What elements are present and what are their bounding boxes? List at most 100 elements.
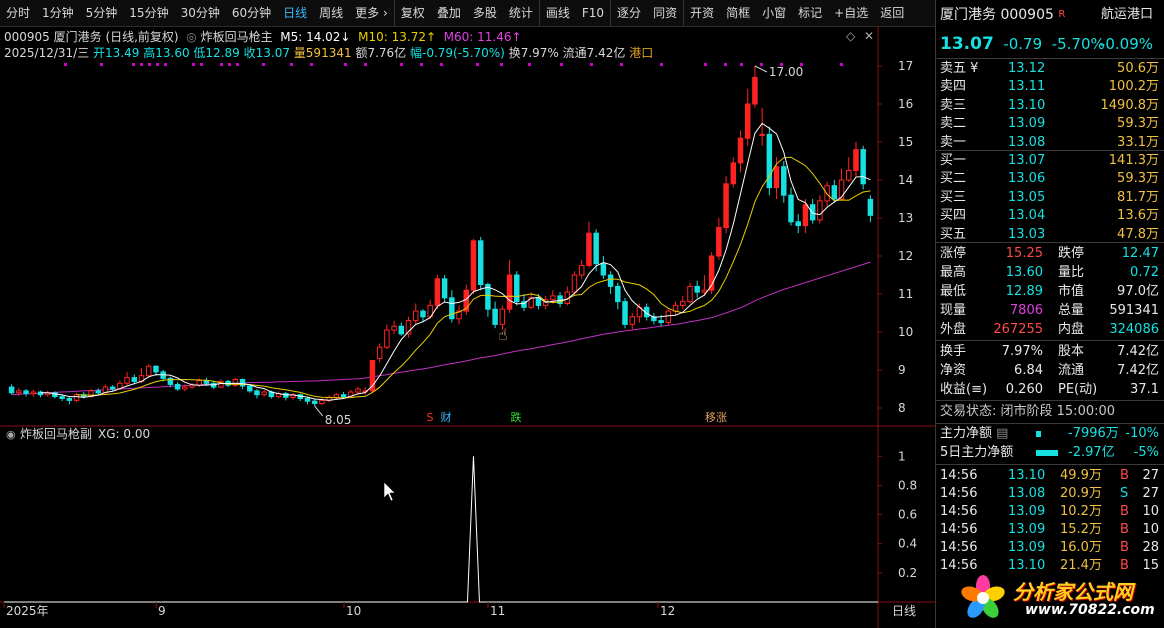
price-tick-label: 10 <box>898 325 913 339</box>
toolbar-item-22[interactable]: 返回 <box>874 0 910 26</box>
tick-price: 13.10 <box>1008 468 1046 483</box>
top-marker-dot <box>228 63 231 66</box>
toolbar-item-17[interactable]: 开资 <box>683 0 720 26</box>
min-pointer <box>314 405 324 417</box>
candle-body <box>247 385 253 392</box>
toolbar-item-4[interactable]: 30分钟 <box>175 0 226 26</box>
toolbar-item-9[interactable]: 复权 <box>393 0 431 26</box>
sector-name[interactable]: 航运港口 <box>1101 6 1153 24</box>
kline-chart[interactable]: 17 16 15 14 13 12 11 10 9 8 17.00 8.05 S 财 跌 移涨 ☝ ◉ 炸板回马枪副… <box>0 26 935 628</box>
indicator-name[interactable]: 炸板回马枪主 <box>201 30 273 44</box>
bid-row[interactable]: 买一 13.07 141.3万 <box>940 152 1161 170</box>
bid-label: 买三 <box>940 189 967 205</box>
top-marker-dot <box>220 63 223 66</box>
tick-row[interactable]: 14:56 13.09 16.0万 B 28 <box>940 539 1161 557</box>
toolbar-item-10[interactable]: 叠加 <box>431 0 467 26</box>
top-marker-dot <box>840 63 843 66</box>
candle-body <box>860 149 866 185</box>
flow5-bar <box>1036 450 1058 456</box>
toolbar-item-5[interactable]: 60分钟 <box>226 0 277 26</box>
candle-body <box>586 232 592 266</box>
ask-price: 13.10 <box>1008 97 1046 113</box>
toolbar-item-13[interactable]: 画线 <box>538 0 576 26</box>
candle-body <box>694 285 700 293</box>
candle-body <box>781 166 787 196</box>
candle-body <box>174 383 181 390</box>
stat-key: 内盘 <box>1058 322 1085 337</box>
top-marker-dot <box>420 63 423 66</box>
sector-change-pct: -0.09% <box>1099 35 1153 53</box>
candle-body <box>182 386 188 390</box>
toolbar-item-6[interactable]: 日线 <box>277 0 313 26</box>
ask-row[interactable]: 卖三 13.10 1490.8万 <box>940 97 1161 115</box>
ask-row[interactable]: 卖一 13.08 33.1万 <box>940 134 1161 152</box>
toolbar-item-18[interactable]: 简框 <box>720 0 756 26</box>
bid-volume: 141.3万 <box>1108 153 1159 168</box>
tick-price: 13.09 <box>1008 540 1046 555</box>
tick-row[interactable]: 14:56 13.08 20.9万 S 27 <box>940 485 1161 503</box>
stat-value: 7.97% <box>1001 344 1043 359</box>
tick-count: 28 <box>1142 540 1159 555</box>
stat-value: 0.72 <box>1130 265 1159 280</box>
top-marker-dot <box>528 63 531 66</box>
candle-body <box>737 137 744 164</box>
toolbar-item-14[interactable]: F10 <box>576 0 610 26</box>
candle-body <box>629 316 635 325</box>
bar-low: 低12.89 <box>193 46 240 60</box>
candle-body <box>680 301 686 306</box>
top-marker-dot <box>140 63 143 66</box>
ask-row[interactable]: 卖四 13.11 100.2万 <box>940 78 1161 96</box>
bid-row[interactable]: 买五 13.03 47.8万 <box>940 226 1161 244</box>
toolbar-item-15[interactable]: 逐分 <box>610 0 647 26</box>
toolbar-item-12[interactable]: 统计 <box>503 0 539 26</box>
candle-body <box>687 285 693 303</box>
top-marker-dot <box>704 63 707 66</box>
indicator-toggle-icon[interactable]: ◎ <box>182 30 196 44</box>
toolbar-item-1[interactable]: 1分钟 <box>36 0 80 26</box>
flow5-value: -2.97亿 <box>1068 445 1115 460</box>
toolbar-item-7[interactable]: 周线 <box>313 0 349 26</box>
toolbar-item-16[interactable]: 同资 <box>647 0 683 26</box>
ask-label: 卖三 <box>940 97 967 113</box>
bid-price: 13.07 <box>1008 153 1046 168</box>
stat2-row: 换手 7.97% 股本 7.42亿 <box>940 343 1161 361</box>
bid-row[interactable]: 买四 13.04 13.6万 <box>940 207 1161 225</box>
toolbar-item-19[interactable]: 小窗 <box>756 0 792 26</box>
toolbar-item-21[interactable]: +自选 <box>828 0 874 26</box>
bar-open: 开13.49 <box>93 46 140 60</box>
tick-count: 10 <box>1142 504 1159 519</box>
candle-body <box>788 194 794 223</box>
sub-tick-label: 0.8 <box>898 478 917 492</box>
tick-price: 13.08 <box>1008 486 1046 501</box>
tick-time: 14:56 <box>940 504 978 519</box>
toolbar-item-2[interactable]: 5分钟 <box>80 0 124 26</box>
fall-marker: 跌 <box>511 410 522 424</box>
logo-title: 分析家公式网 <box>1013 580 1133 604</box>
stat-value: 15.25 <box>1005 246 1043 261</box>
toolbar-item-8[interactable]: 更多 › <box>349 0 394 26</box>
tick-row[interactable]: 14:56 13.09 10.2万 B 10 <box>940 503 1161 521</box>
ask-row[interactable]: 卖二 13.09 59.3万 <box>940 115 1161 133</box>
bar-sector[interactable]: 港口 <box>629 46 653 60</box>
ma5-line <box>40 122 871 401</box>
bid-row[interactable]: 买二 13.06 59.3万 <box>940 170 1161 188</box>
tick-row[interactable]: 14:56 13.10 49.9万 B 27 <box>940 467 1161 485</box>
ask-row[interactable]: 卖五 ¥ 13.12 50.6万 <box>940 60 1161 78</box>
bid-row[interactable]: 买三 13.05 81.7万 <box>940 189 1161 207</box>
stat-row: 最低 12.89 市值 97.0亿 <box>940 283 1161 301</box>
chart-area[interactable]: 17 16 15 14 13 12 11 10 9 8 17.00 8.05 S 财 跌 移涨 ☝ ◉ 炸板回马枪副… <box>0 26 935 628</box>
chart-header-line1: 000905 厦门港务 (日线,前复权) ◎ 炸板回马枪主 M5: 14.02↓… <box>4 28 522 44</box>
stat-value: 13.60 <box>1005 265 1043 280</box>
bid-label: 买二 <box>940 171 967 187</box>
price-tick-label: 17 <box>898 59 913 73</box>
candle-body <box>8 386 15 394</box>
toolbar-item-0[interactable]: 分时 <box>0 0 36 26</box>
toolbar-item-11[interactable]: 多股 <box>467 0 503 26</box>
xg-line <box>4 456 878 603</box>
flow-table-icon[interactable]: ▤ <box>996 426 1008 441</box>
stat-key: 量比 <box>1058 265 1085 280</box>
toolbar-item-20[interactable]: 标记 <box>792 0 828 26</box>
quote-title-row: 厦门港务 000905 R 航运港口 <box>940 6 1161 24</box>
toolbar-item-3[interactable]: 15分钟 <box>123 0 174 26</box>
tick-row[interactable]: 14:56 13.09 15.2万 B 10 <box>940 521 1161 539</box>
